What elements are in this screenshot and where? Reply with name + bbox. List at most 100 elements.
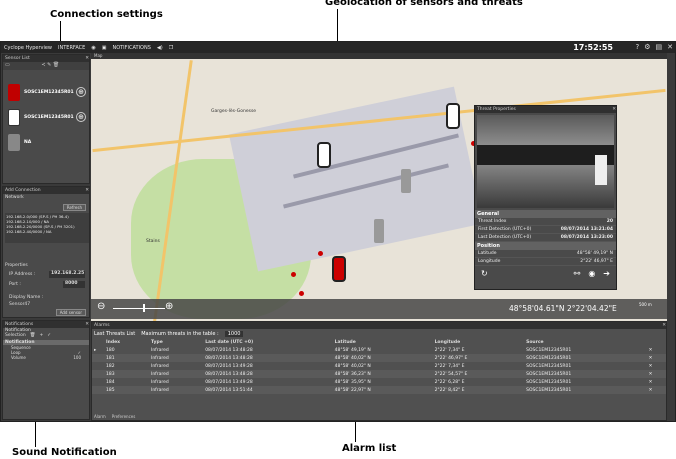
port-input[interactable]: 8000 [63, 281, 85, 288]
add-sensor-button[interactable]: Add sensor [55, 309, 86, 316]
sensor-label: SOSC1EM12345R01 [24, 90, 74, 95]
delete-row-icon[interactable]: ✕ [647, 346, 666, 354]
alarms-title: Alarms [94, 323, 110, 328]
callout-connection-settings: Connection settings [50, 9, 163, 20]
settings-icon[interactable]: ⚙ [644, 43, 650, 51]
tab-alarm[interactable]: Alarm [94, 414, 106, 419]
delete-row-icon[interactable]: ✕ [646, 354, 666, 362]
table-row[interactable]: 184 Infrared 08/07/2014 13:49:28 48°58' 35,… [92, 378, 666, 386]
ip-input[interactable]: 192.168.2.25 [49, 271, 85, 278]
table-row[interactable]: 183 Infrared 08/07/2014 13:48:28 48°58' 36,… [92, 370, 666, 378]
binoculars-icon[interactable]: ⚯ [574, 269, 581, 278]
network-item[interactable]: 192.168.2.40/0000 / NA [6, 229, 88, 234]
panel-close-icon[interactable]: ✕ [85, 55, 89, 62]
target-silhouette [595, 155, 607, 185]
tab-last-threats[interactable]: Last Threats List [94, 331, 135, 337]
panel-close-icon[interactable]: ✕ [85, 321, 89, 328]
target-icon[interactable]: ⊕ [76, 112, 86, 122]
eye-icon[interactable]: ◉ [588, 269, 595, 278]
col-index[interactable]: Index [104, 338, 149, 346]
add-icon[interactable]: + [39, 333, 43, 338]
network-label: Network [5, 195, 24, 200]
sensor-marker-gray[interactable] [401, 169, 411, 193]
display-name-input[interactable]: Sensor47 [9, 302, 30, 307]
tools-icon[interactable]: ✎ [47, 62, 51, 68]
threat-marker[interactable] [318, 251, 323, 256]
sensor-item[interactable]: SOSC1EM12345R01 ⊕ [6, 107, 88, 129]
delete-row-icon[interactable]: ✕ [647, 362, 666, 370]
share-icon[interactable]: ≺ [41, 62, 45, 68]
notifications-title: Notifications [5, 322, 34, 327]
eye-icon[interactable]: ◉ [91, 45, 95, 51]
sensor-marker-white[interactable] [446, 103, 460, 129]
table-cell: 2°22' 8,42" E [432, 386, 525, 394]
sensor-marker-red[interactable] [332, 256, 346, 282]
zoom-in-icon[interactable]: ⊕ [165, 301, 173, 312]
zoom-slider[interactable] [113, 308, 165, 309]
table-cell: 08/07/2014 13:49:28 [205, 363, 253, 369]
windows-icon[interactable]: ❐ [169, 45, 173, 51]
max-threats-input[interactable]: 1000 [224, 330, 244, 337]
threat-title: Threat Properties [477, 107, 516, 112]
tab-preferences[interactable]: Preferences [112, 414, 136, 419]
delete-row-icon[interactable]: ✕ [647, 378, 666, 386]
threat-marker[interactable] [291, 272, 296, 277]
help-icon[interactable]: ? [636, 43, 640, 51]
table-cell: 184 [106, 379, 115, 385]
col-type[interactable]: Type [149, 338, 203, 346]
sensor-list-title: Sensor List [5, 56, 30, 61]
notifications-panel: Notifications ✕ Notification Selection 🗑 … [2, 320, 90, 420]
table-cell: 2°22' 54,57" E [432, 370, 525, 378]
sensor-marker-gray[interactable] [374, 219, 384, 243]
table-row[interactable]: 185 Infrared 08/07/2014 13:51:44 48°58' 22,… [92, 386, 666, 394]
callout-alarm-list: Alarm list [342, 443, 397, 454]
table-cell: Infrared [149, 386, 204, 394]
menu-notifications[interactable]: NOTIFICATIONS [112, 45, 150, 51]
sensor-gray-icon [8, 134, 20, 151]
table-cell: 2°22' 7,34" E [434, 347, 465, 353]
table-row[interactable]: 181 Infrared 08/07/2014 13:48:28 48°58' 40,… [92, 354, 666, 362]
threat-marker[interactable] [299, 291, 304, 296]
alarm-toolbar: Last Threats List Maximum threats in the… [92, 329, 666, 338]
target-icon[interactable]: ⊕ [76, 87, 86, 97]
network-list[interactable]: 192.168.2.0/000 (SP-S / PH 36-4) 192.168… [5, 213, 89, 243]
col-latitude[interactable]: Latitude [333, 338, 433, 346]
position-field: Latitude 48°58' 49,19" N [475, 250, 616, 258]
col-longitude[interactable]: Longitude [433, 338, 525, 346]
keyboard-icon[interactable]: ▭ [5, 62, 10, 68]
check-icon[interactable]: ✓ [47, 333, 51, 338]
zoom-out-icon[interactable]: ⊖ [97, 301, 105, 312]
notification-row[interactable]: Volume 100 [3, 355, 89, 360]
panel-close-icon[interactable]: ✕ [85, 187, 89, 194]
close-icon[interactable]: ✕ [667, 43, 673, 51]
selection-dropdown[interactable]: Selection [5, 333, 26, 338]
alarm-rows: ▸ 180 Infrared 08/07/2014 13:48:28 48°58' 49… [92, 346, 666, 394]
sensor-item[interactable]: NA [6, 132, 88, 154]
table-row[interactable]: 182 Infrared 08/07/2014 13:49:28 48°58' 40,… [92, 362, 666, 370]
col-source[interactable]: Source [524, 338, 646, 346]
zoom-handle[interactable] [143, 304, 145, 312]
panel-close-icon[interactable]: ✕ [662, 322, 666, 329]
delete-icon[interactable]: 🗑 [30, 333, 36, 338]
save-icon[interactable]: ▤ [656, 43, 663, 51]
sensor-item[interactable]: SOSC1EM12345R01 ⊕ [6, 82, 88, 104]
table-cell: 08/07/2014 13:49:28 [205, 379, 253, 385]
table-cell: 08/07/2014 13:48:28 [205, 347, 253, 353]
refresh-button[interactable]: Refresh [62, 204, 86, 211]
callout-sound-notification: Sound Notification [12, 447, 117, 458]
position-section[interactable]: Position [475, 242, 616, 250]
sensor-marker-white[interactable] [317, 142, 331, 168]
general-section[interactable]: General [475, 210, 616, 218]
table-row[interactable]: ▸ 180 Infrared 08/07/2014 13:48:28 48°58' 49… [92, 346, 666, 354]
delete-row-icon[interactable]: ✕ [646, 370, 666, 378]
go-arrow-icon[interactable]: ➔ [603, 269, 610, 278]
camera-icon[interactable]: ▣ [102, 45, 107, 51]
close-icon[interactable]: ✕ [612, 106, 616, 113]
refresh-icon[interactable]: ↻ [481, 269, 488, 278]
delete-row-icon[interactable]: ✕ [646, 386, 666, 394]
app-name: Cyclope Hyperview [4, 44, 53, 51]
col-date[interactable]: Last date (UTC +0) [203, 338, 332, 346]
delete-icon[interactable]: 🗑 [53, 62, 59, 68]
menu-interface[interactable]: INTERFACE [58, 45, 85, 51]
speaker-icon[interactable]: ◀) [157, 45, 163, 51]
